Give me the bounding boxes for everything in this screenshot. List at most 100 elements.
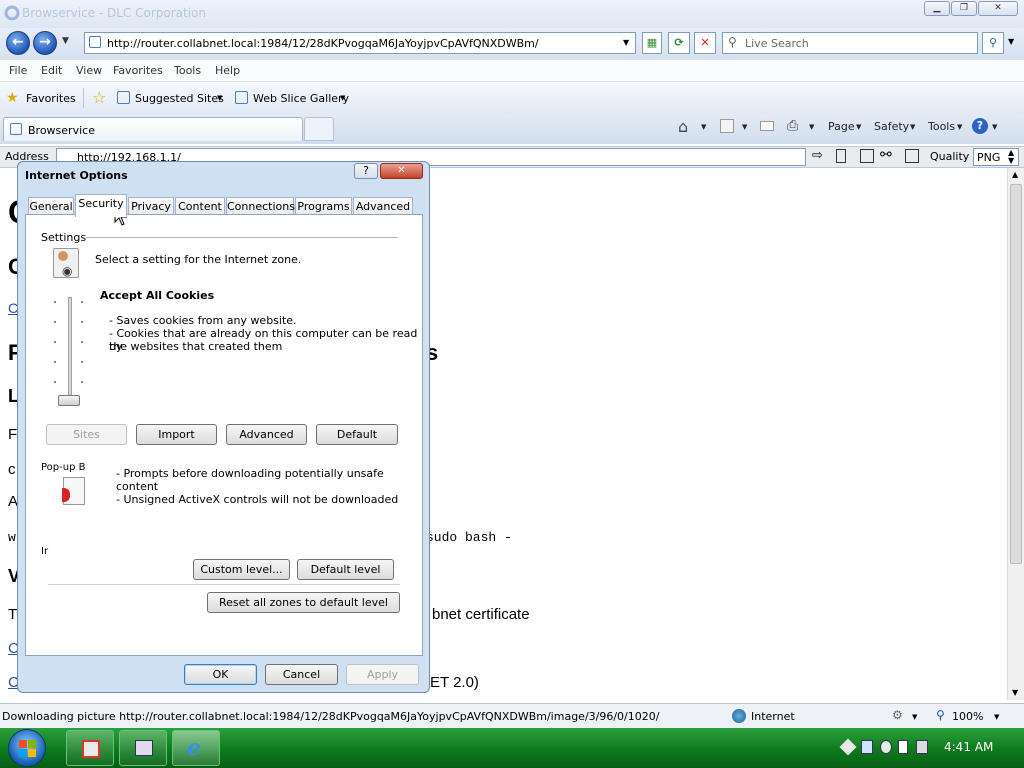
go-arrow-icon[interactable]: ⇨ [812,148,823,163]
refresh-icon[interactable]: ⟳ [668,32,690,54]
internet-zone-icon: ◉ [53,248,79,278]
chevron-down-icon[interactable]: ▼ [994,713,999,721]
menu-file[interactable]: File [9,64,27,77]
advanced-button[interactable]: Advanced [226,424,307,445]
mail-icon[interactable] [760,121,774,131]
network-icon[interactable] [916,740,928,754]
help-button[interactable]: ? [354,163,378,179]
scroll-up-icon[interactable]: ▲ [1012,170,1018,179]
taskbar-app-ie[interactable]: e [172,730,220,766]
tab-label: Browservice [28,124,95,137]
quality-select[interactable]: PNG ▲ ▼ [973,148,1019,166]
home-icon[interactable]: ⌂ [678,117,688,136]
title-bar: Browservice - DLC Corporation ▁ ❐ ✕ [0,0,1024,28]
menu-view[interactable]: View [76,64,102,77]
reset-all-zones-button[interactable]: Reset all zones to default level [207,592,400,613]
image-icon[interactable] [860,149,874,163]
menu-tools[interactable]: Tools [174,64,201,77]
default-button[interactable]: Default [316,424,398,445]
close-window-button[interactable]: ✕ [978,1,1018,16]
search-options-icon[interactable]: ▼ [1008,37,1014,46]
custom-level-button[interactable]: Custom level... [193,559,290,580]
cancel-button[interactable]: Cancel [265,664,338,685]
ok-button[interactable]: OK [184,664,257,685]
protected-mode-icon[interactable]: ⚙ [892,708,903,722]
slider-tick [54,361,56,363]
clipboard-icon[interactable] [905,149,919,163]
forward-button[interactable]: → [33,31,57,55]
security-slider-track[interactable] [68,297,72,401]
print-icon[interactable]: ⎙ [787,118,798,134]
feeds-icon[interactable] [720,119,734,133]
clock[interactable]: 4:41 AM [944,740,993,754]
restore-button[interactable]: ❐ [951,1,977,16]
compat-view-icon[interactable]: ▦ [642,32,662,54]
default-level-button[interactable]: Default level [297,559,394,580]
favorites-button[interactable]: Favorites [26,92,76,105]
page-menu[interactable]: Page [828,120,855,133]
new-tab-button[interactable] [304,117,334,141]
safety-menu[interactable]: Safety [874,120,909,133]
security-line: - Prompts before downloading potentially… [116,467,384,480]
security-line: - Unsigned ActiveX controls will not be … [116,493,399,506]
page-icon [89,36,101,48]
chevron-down-icon[interactable]: ▼ [912,713,917,721]
minimize-button[interactable]: ▁ [924,1,950,16]
menu-edit[interactable]: Edit [41,64,62,77]
menu-favorites[interactable]: Favorites [113,64,163,77]
page-text-fragment: F [8,426,18,443]
back-button[interactable]: ← [6,31,30,55]
tray-icon[interactable] [880,740,892,754]
globe-icon [732,709,746,723]
popup-blocker-label: Pop-up B [41,462,86,473]
tray-icon[interactable] [861,740,873,754]
sites-button[interactable]: Sites [46,424,127,445]
spinner-icon: ▲ ▼ [1008,148,1015,165]
divider [48,584,400,585]
suggested-sites-link[interactable]: Suggested Sites [135,92,224,105]
chevron-down-icon[interactable]: ▼ [701,123,706,131]
bookmark-icon[interactable] [836,149,846,163]
quality-label: Quality [930,150,970,163]
ie-logo-icon [4,5,20,21]
favorites-star-icon: ★ [6,90,19,106]
search-box[interactable]: ⚲ Live Search [722,32,978,54]
stop-icon[interactable]: ✕ [694,32,716,54]
zone-prompt: Select a setting for the Internet zone. [95,253,302,266]
scroll-thumb[interactable] [1010,184,1022,564]
help-icon[interactable]: ? [972,118,988,134]
page-scrollbar[interactable]: ▲ ▼ [1007,168,1024,700]
chevron-down-icon[interactable]: ▼ [809,123,814,131]
find-icon[interactable]: ⚯ [880,147,892,163]
tray-icon[interactable] [898,740,908,754]
dialog-close-button[interactable]: ✕ [380,163,423,179]
url-bar[interactable]: http://router.collabnet.local:1984/12/28… [84,32,636,54]
tray-icon[interactable] [839,738,857,756]
chevron-down-icon[interactable]: ▼ [742,123,747,131]
tab-browservice[interactable]: Browservice [3,117,303,141]
zone-label: Internet [751,710,795,723]
search-go-button[interactable]: ⚲ [982,32,1004,54]
level-title: Accept All Cookies [100,289,215,302]
slider-tick [54,321,56,323]
zoom-level[interactable]: 100% [952,710,983,723]
scroll-down-icon[interactable]: ▼ [1012,688,1018,697]
taskbar-app-2[interactable] [119,730,167,766]
import-button[interactable]: Import [136,424,217,445]
url-dropdown-icon[interactable]: ▼ [623,38,629,47]
add-favorite-icon[interactable]: ☆ [92,88,106,107]
tools-menu[interactable]: Tools [928,120,955,133]
page-code-fragment: w [8,530,16,545]
security-slider-thumb[interactable] [58,395,80,406]
history-dropdown-icon[interactable]: ▼ [62,36,69,46]
web-slice-gallery-link[interactable]: Web Slice Gallery [253,92,349,105]
taskbar-app-1[interactable] [66,730,114,766]
start-button[interactable] [8,729,46,767]
chevron-down-icon: ▼ [217,94,223,102]
favorites-bar: ★ Favorites ☆ Suggested Sites ▼ Web Slic… [0,82,1024,114]
dialog-title: Internet Options [25,169,128,182]
apply-button[interactable]: Apply [346,664,419,685]
slider-tick [81,321,83,323]
tab-security[interactable]: Security [75,194,127,217]
menu-help[interactable]: Help [215,64,240,77]
